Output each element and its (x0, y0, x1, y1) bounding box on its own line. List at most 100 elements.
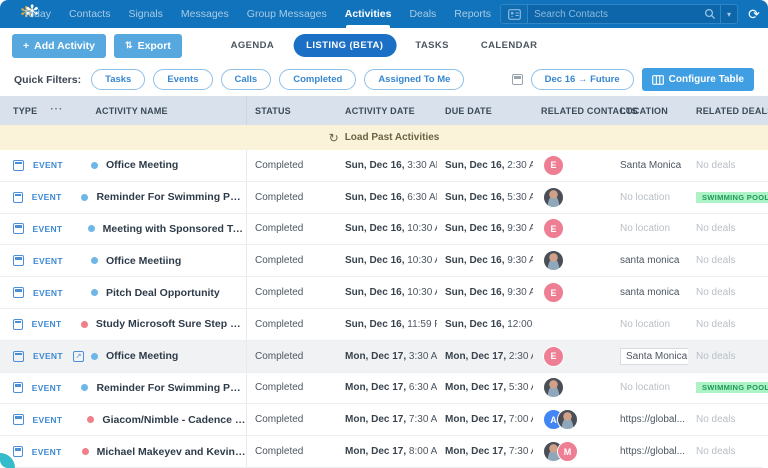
due-date-cell[interactable]: Sun, Dec 16, 9:30 AM (437, 255, 533, 266)
activity-name[interactable]: Office Meeting (106, 159, 178, 171)
activity-date-cell[interactable]: Sun, Dec 16, 3:30 AM (337, 160, 437, 171)
table-row[interactable]: EVENTGiacom/Nimble - Cadence CallComplet… (0, 404, 768, 436)
filter-pill-assigned-to-me[interactable]: Assigned To Me (364, 69, 464, 90)
status-cell[interactable]: Completed (247, 319, 337, 330)
related-deals-cell[interactable]: No deals (688, 287, 768, 298)
related-deals-cell[interactable]: SWIMMING POOL (688, 382, 768, 393)
deal-badge[interactable]: SWIMMING POOL (696, 192, 768, 203)
load-past-activities-button[interactable]: ↻ Load Past Activities (0, 125, 768, 150)
due-date-cell[interactable]: Sun, Dec 16, 9:30 AM (437, 223, 533, 234)
tab-tasks[interactable]: TASKS (402, 34, 462, 57)
nav-item-group-messages[interactable]: Group Messages (238, 0, 336, 28)
location-cell[interactable]: https://global... (612, 414, 688, 425)
related-deals-cell[interactable]: No deals (688, 414, 768, 425)
activity-name[interactable]: Pitch Deal Opportunity (106, 287, 220, 299)
column-header-location[interactable]: LOCATION (612, 106, 688, 116)
column-header-activity-name[interactable]: ACTIVITY NAME (95, 106, 167, 116)
activity-date-cell[interactable]: Sun, Dec 16, 10:30 AM (337, 287, 437, 298)
activity-date-cell[interactable]: Mon, Dec 17, 3:30 AM (337, 351, 437, 362)
column-header-related-contacts[interactable]: RELATED CONTACTS (533, 106, 612, 116)
contact-initial-avatar[interactable]: E (543, 346, 564, 367)
activity-date-cell[interactable]: Mon, Dec 17, 7:30 AM (337, 414, 437, 425)
related-deals-cell[interactable]: No deals (688, 223, 768, 234)
related-deals-cell[interactable]: No deals (688, 319, 768, 330)
activity-date-cell[interactable]: Mon, Dec 17, 6:30 AM (337, 382, 437, 393)
due-date-cell[interactable]: Sun, Dec 16, 2:30 AM (437, 160, 533, 171)
status-cell[interactable]: Completed (247, 192, 337, 203)
column-header-type[interactable]: TYPE (13, 106, 37, 116)
contact-initial-avatar[interactable]: E (543, 218, 564, 239)
contact-photo-avatar[interactable] (543, 187, 564, 208)
contact-initial-avatar[interactable]: M (557, 441, 578, 462)
location-cell[interactable]: santa monica (612, 255, 688, 266)
related-deals-cell[interactable]: No deals (688, 255, 768, 266)
nav-item-today[interactable]: Today (14, 0, 60, 28)
date-range-pill[interactable]: Dec 16 → Future (531, 69, 634, 90)
status-cell[interactable]: Completed (247, 160, 337, 171)
activity-name[interactable]: Meeting with Sponsored Team (103, 223, 246, 235)
configure-table-button[interactable]: Configure Table (642, 68, 754, 91)
related-deals-cell[interactable]: SWIMMING POOL (688, 192, 768, 203)
contact-initial-avatar[interactable]: E (543, 282, 564, 303)
location-cell[interactable]: https://global... (612, 446, 688, 457)
nav-item-messages[interactable]: Messages (172, 0, 238, 28)
table-row[interactable]: EVENT↗Office MeetingCompletedMon, Dec 17… (0, 341, 768, 373)
location-edit-box[interactable]: Santa Monica (620, 348, 688, 365)
nav-item-deals[interactable]: Deals (400, 0, 445, 28)
status-cell[interactable]: Completed (247, 223, 337, 234)
table-row[interactable]: EVENTReminder For Swimming Pool DealComp… (0, 373, 768, 405)
location-cell[interactable]: No location (612, 192, 688, 203)
activity-name[interactable]: Office Meeting (106, 350, 178, 362)
status-cell[interactable]: Completed (247, 287, 337, 298)
column-menu-icon[interactable]: ··· (50, 104, 63, 115)
search-input[interactable] (528, 9, 700, 20)
status-cell[interactable]: Completed (247, 255, 337, 266)
calendar-icon[interactable] (512, 74, 523, 85)
column-header-due-date[interactable]: DUE DATE (437, 106, 533, 116)
search-dropdown-chevron-icon[interactable]: ▾ (720, 5, 737, 23)
table-row[interactable]: EVENTOffice MeetiingCompletedSun, Dec 16… (0, 245, 768, 277)
filter-pill-tasks[interactable]: Tasks (91, 69, 145, 90)
contact-photo-avatar[interactable] (543, 377, 564, 398)
contact-card-icon[interactable] (501, 5, 528, 23)
due-date-cell[interactable]: Mon, Dec 17, 2:30 AM (437, 351, 533, 362)
related-deals-cell[interactable]: No deals (688, 160, 768, 171)
location-cell[interactable]: Santa Monica (612, 160, 688, 171)
activity-name[interactable]: Michael Makeyev and Kevin Turner (97, 446, 246, 458)
related-deals-cell[interactable]: No deals (688, 351, 768, 362)
activity-name[interactable]: Giacom/Nimble - Cadence Call (102, 414, 246, 426)
filter-pill-events[interactable]: Events (153, 69, 212, 90)
location-cell[interactable]: No location (612, 223, 688, 234)
column-header-status[interactable]: STATUS (247, 106, 337, 116)
location-cell[interactable]: Santa Monica✎ (612, 348, 688, 365)
activity-date-cell[interactable]: Sun, Dec 16, 11:59 PM (337, 319, 437, 330)
tab-listing-beta[interactable]: LISTING (BETA) (293, 34, 396, 57)
due-date-cell[interactable]: Mon, Dec 17, 7:30 AM (437, 446, 533, 457)
column-header-related-deals[interactable]: RELATED DEALS (688, 106, 768, 116)
external-link-icon[interactable]: ↗ (73, 351, 84, 362)
nav-item-signals[interactable]: Signals (119, 0, 171, 28)
table-row[interactable]: EVENTReminder For Swimming Pool DealComp… (0, 182, 768, 214)
activity-date-cell[interactable]: Sun, Dec 16, 10:30 AM (337, 223, 437, 234)
table-row[interactable]: EVENTStudy Microsoft Sure Step programCo… (0, 309, 768, 341)
export-button[interactable]: ⇅Export (114, 34, 182, 58)
sync-icon[interactable]: ⟳ (748, 7, 760, 21)
activity-name[interactable]: Study Microsoft Sure Step program (96, 318, 246, 330)
nav-item-contacts[interactable]: Contacts (60, 0, 119, 28)
contact-photo-avatar[interactable] (543, 250, 564, 271)
activity-name[interactable]: Reminder For Swimming Pool Deal (96, 191, 246, 203)
filter-pill-calls[interactable]: Calls (221, 69, 272, 90)
due-date-cell[interactable]: Sun, Dec 16, 5:30 AM (437, 192, 533, 203)
deal-badge[interactable]: SWIMMING POOL (696, 382, 768, 393)
status-cell[interactable]: Completed (247, 446, 337, 457)
contact-initial-avatar[interactable]: E (543, 155, 564, 176)
due-date-cell[interactable]: Mon, Dec 17, 5:30 AM (437, 382, 533, 393)
add-activity-button[interactable]: +Add Activity (12, 34, 106, 58)
table-row[interactable]: EVENTMeeting with Sponsored TeamComplete… (0, 214, 768, 246)
status-cell[interactable]: Completed (247, 382, 337, 393)
activity-date-cell[interactable]: Sun, Dec 16, 6:30 AM (337, 192, 437, 203)
location-cell[interactable]: santa monica (612, 287, 688, 298)
location-cell[interactable]: No location (612, 382, 688, 393)
activity-name[interactable]: Reminder For Swimming Pool Deal (96, 382, 246, 394)
nav-item-reports[interactable]: Reports (445, 0, 500, 28)
